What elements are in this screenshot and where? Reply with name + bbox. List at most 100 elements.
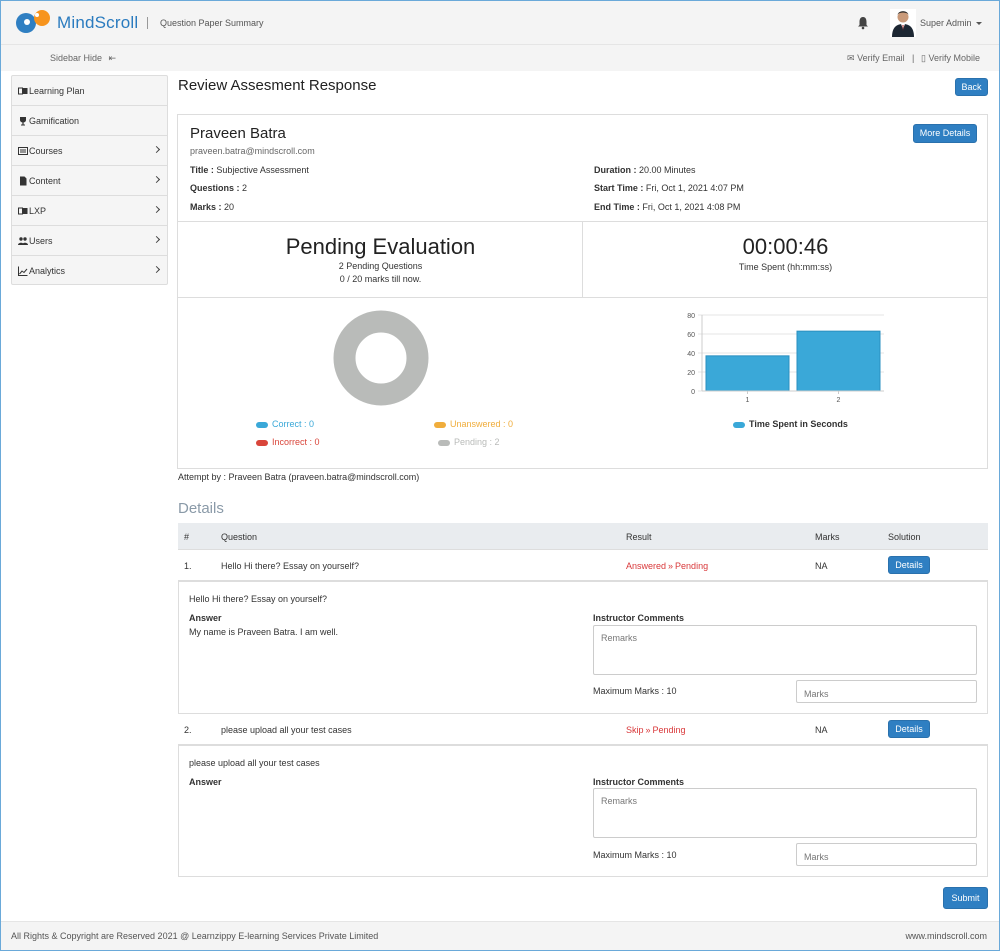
- page-title: Question Paper Summary: [160, 18, 264, 28]
- avatar[interactable]: [890, 9, 916, 37]
- answer-panel: Hello Hi there? Essay on yourself? Answe…: [178, 581, 988, 714]
- sidebar-item-users[interactable]: Users: [12, 226, 167, 256]
- marks-value: 20: [224, 202, 235, 212]
- remarks-textarea[interactable]: Remarks: [593, 625, 977, 675]
- legend-item-correct[interactable]: Correct : 0: [256, 419, 314, 429]
- instructor-comments-label: Instructor Comments: [593, 613, 685, 623]
- marks-value: NA: [815, 561, 828, 571]
- candidate-name: Praveen Batra: [190, 125, 286, 142]
- sub-header: Sidebar Hide ⇤ ✉ Verify Email | ▯ Verify…: [1, 45, 999, 71]
- brand-name[interactable]: MindScroll: [57, 13, 138, 33]
- legend-item-unanswered[interactable]: Unanswered : 0: [434, 419, 513, 429]
- result-attempt: Skip: [626, 725, 644, 735]
- verify-mobile-label: Verify Mobile: [928, 53, 980, 63]
- attempt-by: Attempt by : Praveen Batra (praveen.batr…: [178, 472, 420, 482]
- legend-label: Incorrect : 0: [272, 437, 320, 447]
- time-bar-chart: 0 20 40 60 80 1 2: [687, 313, 884, 404]
- sidebar-item-label: Learning Plan: [29, 86, 85, 96]
- legend-label: Pending : 2: [454, 437, 500, 447]
- result-status: Answered» Pending: [626, 561, 708, 571]
- legend-label: Correct : 0: [272, 419, 315, 429]
- marks-input[interactable]: Marks: [796, 680, 977, 703]
- questions-field: Questions : 2: [190, 183, 247, 193]
- sidebar-item-gamification[interactable]: Gamification: [12, 106, 167, 136]
- book-icon: [18, 206, 28, 216]
- column-header-marks: Marks: [815, 532, 840, 542]
- answer-panel: please upload all your test cases Answer…: [178, 745, 988, 877]
- title-label: Title :: [190, 165, 214, 175]
- start-time-field: Start Time : Fri, Oct 1, 2021 4:07 PM: [594, 183, 744, 193]
- remarks-textarea[interactable]: Remarks: [593, 788, 977, 838]
- verify-divider: |: [912, 53, 915, 63]
- result-evaluation: Pending: [675, 561, 709, 571]
- chevron-right-icon: [152, 175, 161, 184]
- submit-button[interactable]: Submit: [943, 887, 988, 909]
- column-header-question: Question: [221, 532, 258, 542]
- legend-item-incorrect[interactable]: Incorrect : 0: [256, 437, 320, 447]
- legend-item-pending[interactable]: Pending : 2: [438, 437, 500, 447]
- sidebar-item-label: Gamification: [29, 116, 80, 126]
- back-button[interactable]: Back: [955, 78, 988, 96]
- end-time-label: End Time :: [594, 202, 640, 212]
- top-header: MindScroll Question Paper Summary Super …: [1, 1, 999, 45]
- column-header-result: Result: [626, 532, 652, 542]
- column-header-num: #: [184, 532, 190, 542]
- sidebar-item-analytics[interactable]: Analytics: [12, 256, 167, 286]
- panel-question: Hello Hi there? Essay on yourself?: [189, 594, 328, 604]
- duration-field: Duration : 20.00 Minutes: [594, 165, 696, 175]
- book-icon: [18, 86, 28, 96]
- mindscroll-logo-icon[interactable]: [13, 9, 55, 35]
- courses-icon: [18, 146, 28, 156]
- details-button[interactable]: Details: [888, 720, 930, 738]
- legend-label: Unanswered : 0: [450, 419, 514, 429]
- chevron-down-icon[interactable]: [976, 22, 982, 25]
- sidebar-item-learning-plan[interactable]: Learning Plan: [12, 76, 167, 106]
- sidebar-item-lxp[interactable]: LXP: [12, 196, 167, 226]
- bell-icon[interactable]: [857, 16, 869, 30]
- sidebar-item-courses[interactable]: Courses: [12, 136, 167, 166]
- result-status: Skip» Pending: [626, 725, 686, 735]
- verify-email-label: Verify Email: [857, 53, 905, 63]
- y-tick-label: 40: [687, 351, 695, 358]
- remarks-placeholder: Remarks: [601, 633, 638, 643]
- user-name[interactable]: Super Admin: [920, 18, 972, 28]
- collapse-arrow-icon: ⇤: [108, 53, 117, 63]
- panel-question: please upload all your test cases: [189, 758, 320, 768]
- sidebar-item-content[interactable]: Content: [12, 166, 167, 196]
- users-icon: [18, 236, 28, 246]
- legend-swatch: [438, 439, 450, 446]
- y-tick-label: 0: [691, 389, 695, 396]
- sidebar-item-label: Courses: [29, 146, 63, 156]
- more-details-button[interactable]: More Details: [913, 124, 977, 143]
- marks-input[interactable]: Marks: [796, 843, 977, 866]
- details-heading: Details: [178, 500, 224, 517]
- max-marks: Maximum Marks : 10: [593, 850, 677, 860]
- y-tick-label: 20: [687, 370, 695, 377]
- marks-label: Marks :: [190, 202, 222, 212]
- y-tick-label: 80: [687, 313, 695, 320]
- marks-field: Marks : 20: [190, 202, 234, 212]
- marks-value: NA: [815, 725, 828, 735]
- site-link[interactable]: www.mindscroll.com: [905, 931, 987, 941]
- chevron-right-icon: [152, 265, 161, 274]
- duration-value: 20.00 Minutes: [639, 165, 696, 175]
- remarks-placeholder: Remarks: [601, 796, 638, 806]
- end-time-field: End Time : Fri, Oct 1, 2021 4:08 PM: [594, 202, 740, 212]
- time-spent: 00:00:46: [742, 234, 829, 259]
- answer-text: My name is Praveen Batra. I am well.: [189, 627, 339, 637]
- x-tick-label: 1: [746, 397, 750, 404]
- sidebar-item-label: LXP: [29, 206, 47, 216]
- title-field: Title : Subjective Assessment: [190, 165, 309, 175]
- sidebar-hide-toggle[interactable]: Sidebar Hide ⇤: [50, 53, 116, 64]
- marks-till-now: 0 / 20 marks till now.: [339, 274, 422, 284]
- questions-label: Questions :: [190, 183, 240, 193]
- details-button[interactable]: Details: [888, 556, 930, 574]
- envelope-icon: ✉: [847, 53, 855, 63]
- double-chevron-icon: »: [668, 561, 674, 571]
- verify-email-link[interactable]: ✉ Verify Email: [847, 53, 905, 64]
- time-spent-label: Time Spent (hh:mm:ss): [738, 262, 833, 272]
- result-attempt: Answered: [626, 561, 667, 571]
- details-table-header: # Question Result Marks Solution: [178, 523, 988, 550]
- pending-questions: 2 Pending Questions: [338, 261, 423, 271]
- verify-mobile-link[interactable]: ▯ Verify Mobile: [921, 53, 980, 64]
